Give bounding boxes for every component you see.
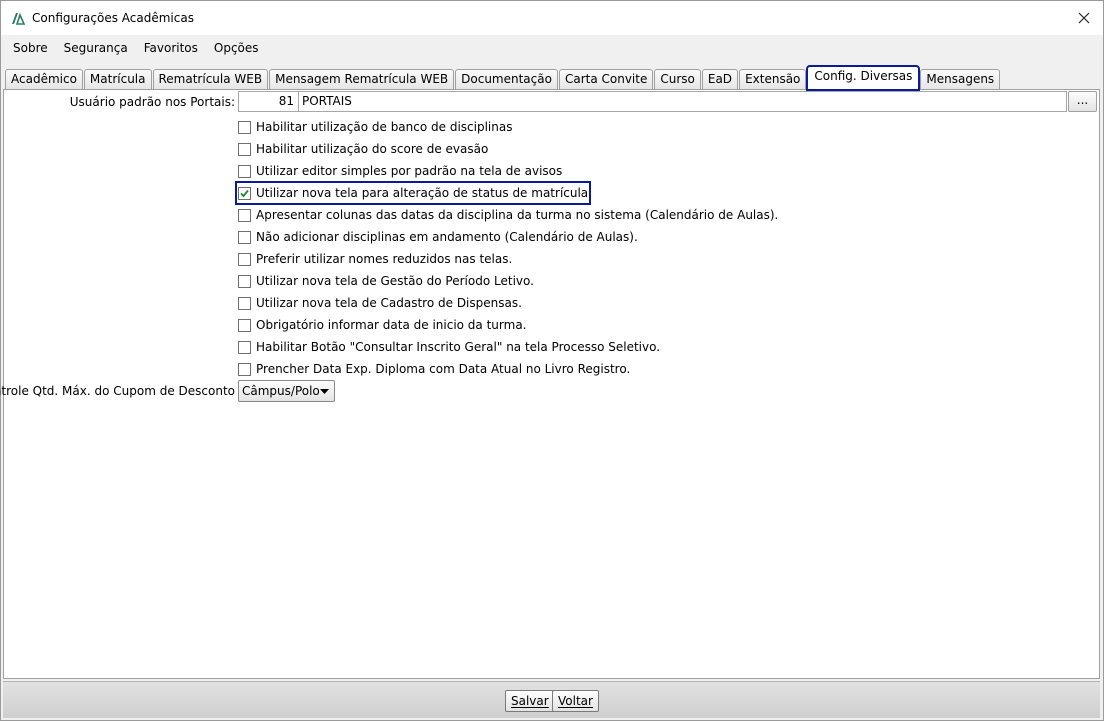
option-label: Apresentar colunas das datas da discipli… bbox=[256, 208, 779, 222]
save-button[interactable]: Salvar bbox=[505, 690, 555, 712]
tab-ead[interactable]: EaD bbox=[701, 69, 739, 89]
checkbox[interactable] bbox=[238, 340, 251, 354]
tab-rematricula-web[interactable]: Rematrícula WEB bbox=[152, 69, 269, 89]
checkbox[interactable] bbox=[238, 208, 251, 222]
close-button[interactable] bbox=[1071, 5, 1097, 31]
checkbox[interactable] bbox=[238, 120, 251, 134]
config-diversas-panel: Usuário padrão nos Portais: 81 PORTAIS .… bbox=[0, 89, 1100, 679]
option-label: Utilizar editor simples por padrão na te… bbox=[256, 164, 563, 178]
footer-bar: Salvar Voltar bbox=[3, 681, 1100, 718]
option-label: Obrigatório informar data de inicio da t… bbox=[256, 318, 527, 332]
coupon-control-value: Câmpus/Polo bbox=[242, 384, 320, 398]
checkbox[interactable] bbox=[238, 230, 251, 244]
tab-documentacao[interactable]: Documentação bbox=[455, 69, 558, 89]
option-row[interactable]: Utilizar editor simples por padrão na te… bbox=[238, 162, 562, 180]
option-row[interactable]: Habilitar utilização do score de evasão bbox=[238, 140, 488, 158]
menu-opcoes[interactable]: Opções bbox=[206, 35, 267, 61]
back-button-label: Voltar bbox=[558, 694, 593, 708]
option-label: Utilizar nova tela para alteração de sta… bbox=[256, 186, 589, 200]
menu-seguranca[interactable]: Segurança bbox=[56, 35, 136, 61]
option-label: Utilizar nova tela de Gestão do Período … bbox=[256, 274, 534, 288]
menu-sobre-label: Sobre bbox=[13, 41, 48, 55]
option-label: Habilitar utilização de banco de discipl… bbox=[256, 120, 513, 134]
option-row[interactable]: Utilizar nova tela para alteração de sta… bbox=[234, 181, 592, 205]
tab-academico[interactable]: Acadêmico bbox=[5, 69, 83, 89]
option-row[interactable]: Obrigatório informar data de inicio da t… bbox=[238, 316, 527, 334]
option-label: Utilizar nova tela de Cadastro de Dispen… bbox=[256, 296, 522, 310]
checkbox[interactable] bbox=[238, 362, 251, 376]
option-label: Não adicionar disciplinas em andamento (… bbox=[256, 230, 638, 244]
option-label: Habilitar Botão "Consultar Inscrito Gera… bbox=[256, 340, 661, 354]
menu-sobre[interactable]: Sobre bbox=[5, 35, 56, 61]
option-row[interactable]: Habilitar Botão "Consultar Inscrito Gera… bbox=[238, 338, 660, 356]
menu-favoritos-label: Favoritos bbox=[143, 41, 198, 55]
title-bar: Configurações Acadêmicas bbox=[1, 1, 1103, 35]
coupon-control-select[interactable]: Câmpus/Polo bbox=[238, 380, 335, 402]
app-logo-icon bbox=[12, 12, 25, 25]
checkbox[interactable] bbox=[238, 164, 251, 178]
option-row[interactable]: Não adicionar disciplinas em andamento (… bbox=[238, 228, 638, 246]
portal-user-label: Usuário padrão nos Portais: bbox=[69, 95, 235, 109]
tab-curso[interactable]: Curso bbox=[654, 69, 701, 89]
checkmark-icon bbox=[240, 189, 249, 197]
checkbox[interactable] bbox=[238, 142, 251, 156]
portal-user-code-field[interactable]: 81 bbox=[238, 91, 299, 112]
option-row[interactable]: Prencher Data Exp. Diploma com Data Atua… bbox=[238, 360, 630, 378]
tab-extensao[interactable]: Extensão bbox=[739, 69, 807, 89]
back-button[interactable]: Voltar bbox=[552, 690, 599, 712]
option-row[interactable]: Utilizar nova tela de Cadastro de Dispen… bbox=[238, 294, 522, 312]
option-label: Prencher Data Exp. Diploma com Data Atua… bbox=[256, 362, 631, 376]
tab-mensagem-rematricula-web[interactable]: Mensagem Rematrícula WEB bbox=[269, 69, 455, 89]
checkbox-checked[interactable] bbox=[238, 186, 251, 200]
checkbox[interactable] bbox=[238, 274, 251, 288]
tab-mensagens[interactable]: Mensagens bbox=[920, 69, 1001, 89]
coupon-control-label: Controle Qtd. Máx. do Cupom de Desconto bbox=[0, 384, 235, 398]
option-row[interactable]: Apresentar colunas das datas da discipli… bbox=[238, 206, 778, 224]
menu-favoritos[interactable]: Favoritos bbox=[136, 35, 206, 61]
tab-strip: Acadêmico Matrícula Rematrícula WEB Mens… bbox=[5, 65, 1001, 91]
tab-carta-convite[interactable]: Carta Convite bbox=[558, 69, 654, 89]
option-row[interactable]: Utilizar nova tela de Gestão do Período … bbox=[238, 272, 534, 290]
app-window: Configurações Acadêmicas Sobre Segurança… bbox=[0, 0, 1104, 721]
window-title: Configurações Acadêmicas bbox=[32, 11, 194, 25]
option-label: Preferir utilizar nomes reduzidos nas te… bbox=[256, 252, 513, 266]
menu-bar: Sobre Segurança Favoritos Opções bbox=[1, 35, 1103, 61]
save-button-label: Salvar bbox=[511, 694, 549, 708]
portal-user-name-field[interactable]: PORTAIS bbox=[298, 91, 1067, 112]
tab-config-diversas[interactable]: Config. Diversas bbox=[806, 65, 921, 91]
menu-opcoes-label: Opções bbox=[213, 41, 259, 55]
chevron-down-icon bbox=[320, 389, 329, 394]
checkbox[interactable] bbox=[238, 252, 251, 266]
menu-seguranca-label: Segurança bbox=[63, 41, 128, 55]
close-icon bbox=[1078, 12, 1090, 24]
checkbox[interactable] bbox=[238, 318, 251, 332]
option-row[interactable]: Preferir utilizar nomes reduzidos nas te… bbox=[238, 250, 512, 268]
checkbox[interactable] bbox=[238, 296, 251, 310]
tab-matricula[interactable]: Matrícula bbox=[83, 69, 152, 89]
portal-user-lookup-button[interactable]: ... bbox=[1068, 91, 1097, 112]
option-label: Habilitar utilização do score de evasão bbox=[256, 142, 489, 156]
option-row[interactable]: Habilitar utilização de banco de discipl… bbox=[238, 118, 512, 136]
